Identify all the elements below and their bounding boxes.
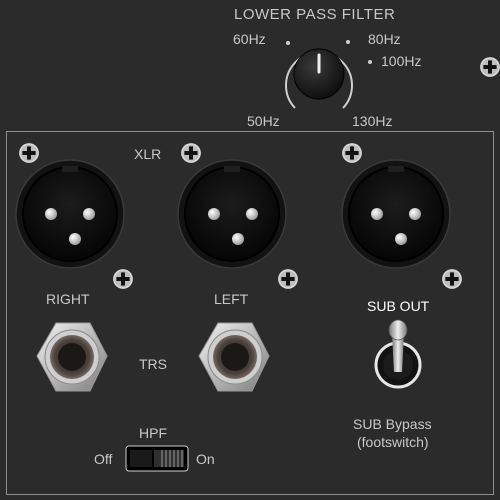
hpf-label: HPF (139, 425, 167, 441)
lower-pass-filter-knob[interactable] (285, 40, 372, 109)
sub-footswitch-label: (footswitch) (357, 434, 429, 450)
filter-label-80hz: 80Hz (368, 31, 401, 47)
filter-label-100hz: 100Hz (381, 53, 422, 69)
xlr-label: XLR (134, 146, 162, 162)
sub-out-label: SUB OUT (367, 298, 430, 314)
rear-panel: LOWER PASS FILTER 60Hz 80Hz 100Hz 50Hz 1… (0, 0, 500, 500)
sub-bypass-label: SUB Bypass (353, 416, 432, 432)
screw-icon (480, 57, 500, 77)
lower-pass-filter-title: LOWER PASS FILTER (234, 6, 396, 23)
left-label: LEFT (214, 291, 249, 307)
filter-label-50hz: 50Hz (247, 113, 280, 129)
filter-label-130hz: 130Hz (352, 113, 393, 129)
hpf-off-label: Off (94, 451, 113, 467)
filter-label-60hz: 60Hz (233, 31, 266, 47)
hpf-on-label: On (196, 451, 215, 467)
right-label: RIGHT (46, 291, 90, 307)
trs-label: TRS (139, 356, 167, 372)
